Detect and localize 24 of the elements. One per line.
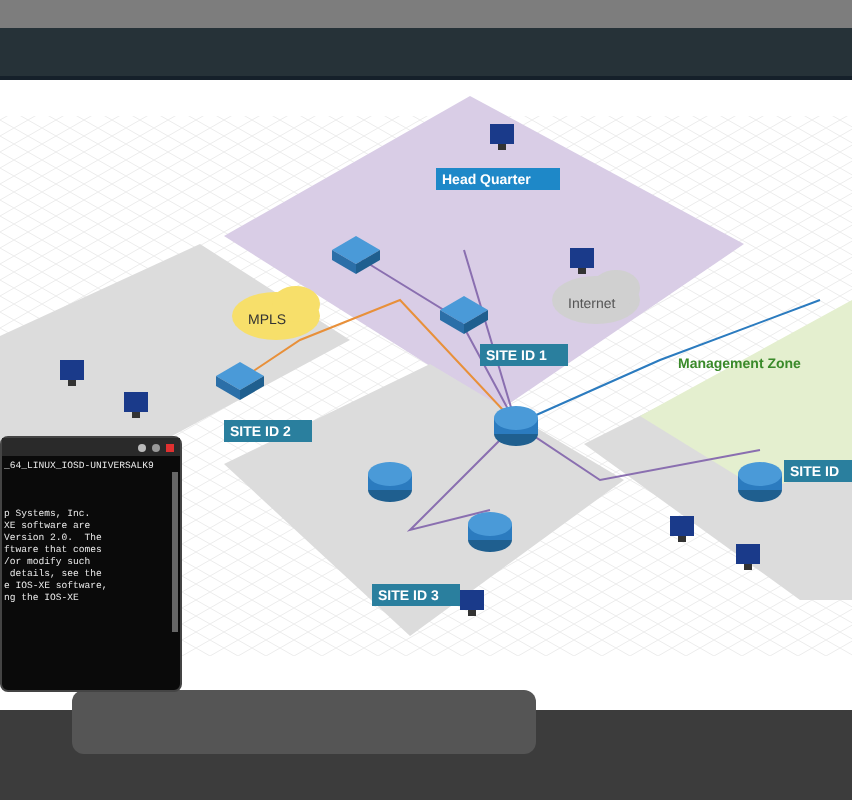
router-icon[interactable] [494, 406, 538, 446]
switch-icon[interactable] [440, 296, 488, 334]
router-icon[interactable] [738, 462, 782, 502]
switch-icon[interactable] [216, 362, 264, 400]
computer-icon[interactable] [60, 360, 84, 386]
minimize-icon[interactable] [138, 443, 146, 451]
router-icon[interactable] [468, 512, 512, 552]
switch-icon[interactable] [332, 236, 380, 274]
computer-icon[interactable] [460, 590, 484, 616]
computer-icon[interactable] [490, 124, 514, 150]
close-icon[interactable] [166, 443, 174, 451]
computer-icon[interactable] [736, 544, 760, 570]
computer-icon[interactable] [124, 392, 148, 418]
cloud-icon [552, 270, 640, 324]
cloud-icon [232, 286, 320, 340]
zone-label-background [480, 344, 568, 366]
router-icon[interactable] [368, 462, 412, 502]
computer-icon[interactable] [570, 248, 594, 274]
zone-label-background [436, 168, 560, 190]
scrollbar[interactable] [172, 472, 178, 632]
zone-label-background [224, 420, 312, 442]
computer-icon[interactable] [670, 516, 694, 542]
zone-label-background [372, 584, 460, 606]
settings-icon[interactable] [152, 443, 160, 451]
